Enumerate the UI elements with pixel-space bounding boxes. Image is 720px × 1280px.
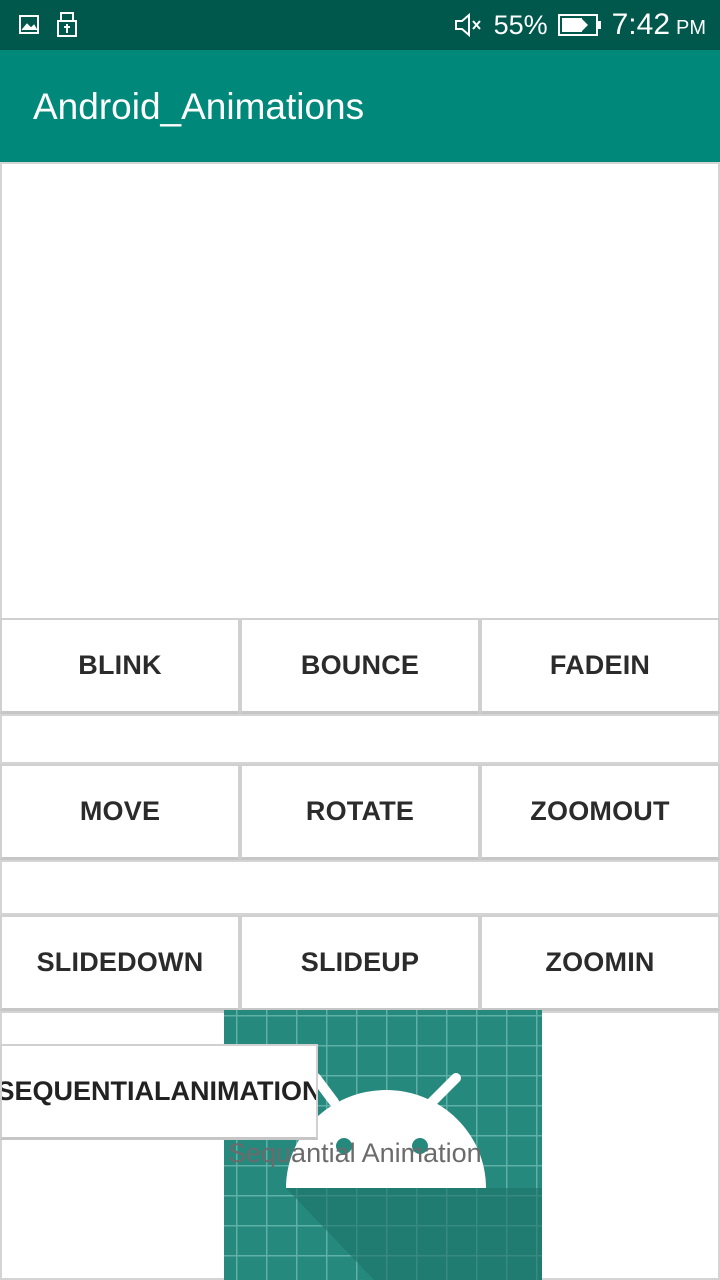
- status-right: 55% 7:42 PM: [454, 0, 706, 50]
- mute-icon: [454, 12, 481, 38]
- image-icon: [19, 15, 39, 34]
- sequential-animation-button[interactable]: SEQUENTIALANIMATION: [0, 1044, 318, 1140]
- screen: 55% 7:42 PM Android_Animations BLINK BOU…: [0, 0, 720, 1280]
- battery-icon: [557, 14, 601, 36]
- app-bar: Android_Animations: [0, 50, 720, 162]
- fadein-button[interactable]: FADEIN: [480, 618, 720, 714]
- slideup-button[interactable]: SLIDEUP: [240, 915, 480, 1011]
- zoomout-button[interactable]: ZOOMOUT: [480, 764, 720, 860]
- sequential-animation-label: Sequantial Animation: [228, 1138, 482, 1168]
- bounce-button[interactable]: BOUNCE: [240, 618, 480, 714]
- blink-button[interactable]: BLINK: [0, 618, 240, 714]
- row-divider: [0, 860, 720, 915]
- move-button[interactable]: MOVE: [0, 764, 240, 860]
- clock-time: 7:42: [611, 8, 670, 41]
- battery-percent: 55%: [493, 9, 548, 40]
- status-left-icons: [18, 12, 80, 38]
- animation-preview-area: [0, 162, 720, 620]
- clock-ampm: PM: [676, 16, 706, 39]
- row-divider: [0, 714, 720, 764]
- app-title: Android_Animations: [33, 86, 365, 127]
- usb-icon: [57, 12, 77, 37]
- zoomin-button[interactable]: ZOOMIN: [480, 915, 720, 1011]
- rotate-button[interactable]: ROTATE: [240, 764, 480, 860]
- slidedown-button[interactable]: SLIDEDOWN: [0, 915, 240, 1011]
- status-bar: 55% 7:42 PM: [0, 0, 720, 50]
